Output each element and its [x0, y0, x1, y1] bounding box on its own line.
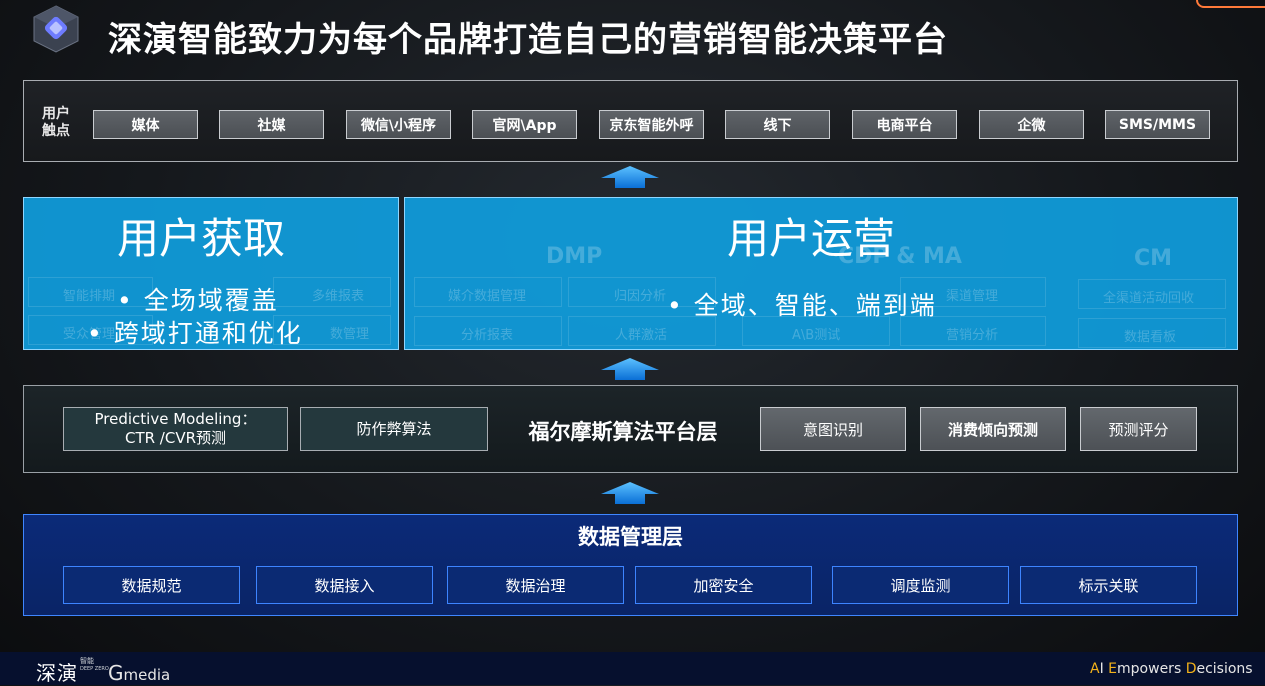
footer-bar	[0, 652, 1265, 685]
ghost-label: 数据看板	[1124, 330, 1177, 345]
predictive-scoring-box: 预测评分	[1080, 407, 1197, 451]
data-standards-box: 数据规范	[63, 566, 240, 604]
slogan-part: I	[1099, 661, 1109, 677]
slogan-part: mpowers	[1117, 661, 1186, 677]
intent-recognition-box: 意图识别	[760, 407, 906, 451]
encryption-security-box: 加密安全	[635, 566, 812, 604]
gmedia-logo-rest: media	[123, 666, 171, 684]
touchpoint-sms: SMS/MMS	[1105, 110, 1210, 139]
deepzero-logo: 深演	[36, 661, 78, 685]
touchpoints-label-line2: 触点	[42, 123, 70, 139]
gmedia-logo-g: G	[108, 661, 124, 685]
user-acquisition-title: 用户获取	[117, 214, 286, 263]
algorithm-layer-title: 福尔摩斯算法平台层	[528, 420, 718, 444]
slogan-part: ecisions	[1196, 661, 1253, 677]
acquisition-bullet-text: 全场域覆盖	[143, 286, 279, 315]
up-arrow-icon	[601, 358, 659, 380]
predictive-modeling-box: Predictive Modeling： CTR /CVR预测	[63, 407, 288, 451]
touchpoint-media: 媒体	[93, 110, 198, 139]
data-ingestion-box: 数据接入	[256, 566, 433, 604]
ghost-label: 营销分析	[946, 328, 999, 343]
touchpoint-jd-outbound: 京东智能外呼	[599, 110, 704, 139]
data-management-title: 数据管理层	[578, 525, 683, 549]
touchpoint-wechat: 微信\小程序	[346, 110, 451, 139]
ghost-label: 全渠道活动回收	[1103, 291, 1195, 306]
ghost-label: 多维报表	[312, 289, 365, 304]
scheduling-monitoring-box: 调度监测	[832, 566, 1009, 604]
slogan-letter: D	[1185, 661, 1197, 677]
user-operation-title: 用户运营	[727, 214, 896, 263]
gmedia-logo: Gmedia	[108, 661, 170, 685]
ghost-heading: CM	[1134, 246, 1173, 271]
up-arrow-icon	[601, 166, 659, 188]
footer-slogan: AI Empowers Decisions	[1090, 661, 1253, 677]
anti-fraud-algorithm-box: 防作弊算法	[300, 407, 488, 451]
ghost-label: 分析报表	[461, 328, 514, 343]
data-governance-box: 数据治理	[447, 566, 624, 604]
ghost-label: 媒介数据管理	[448, 289, 527, 304]
acquisition-bullet: • 全场域覆盖	[117, 286, 279, 315]
slogan-letter: A	[1090, 661, 1100, 677]
page-title: 深演智能致力为每个品牌打造自己的营销智能决策平台	[108, 20, 948, 60]
ghost-label: 智能排期	[63, 289, 116, 304]
acquisition-bullet: • 跨域打通和优化	[87, 319, 303, 348]
touchpoints-label-line1: 用户	[42, 106, 70, 122]
deepzero-logo-sub: 智能 DEEP ZERO	[80, 657, 109, 673]
predictive-modeling-line2: CTR /CVR预测	[124, 429, 227, 447]
touchpoint-social: 社媒	[219, 110, 324, 139]
cube-logo-icon	[33, 5, 79, 53]
operation-bullet-text: 全域、智能、端到端	[693, 291, 937, 320]
ghost-label: 归因分析	[614, 289, 667, 304]
up-arrow-icon	[601, 482, 659, 504]
ghost-label: 数管理	[330, 327, 370, 342]
ghost-label: A\B测试	[792, 328, 841, 343]
deepzero-logo-sub-2: DEEP ZERO	[80, 666, 109, 672]
purchase-propensity-box: 消费倾向预测	[920, 407, 1066, 451]
ghost-label: 渠道管理	[946, 289, 999, 304]
deepzero-logo-sub-1: 智能	[80, 657, 94, 665]
touchpoint-website-app: 官网\App	[472, 110, 577, 139]
corner-badge	[1196, 0, 1265, 8]
ghost-label: 人群激活	[615, 328, 668, 343]
identity-linking-box: 标示关联	[1020, 566, 1197, 604]
touchpoint-ecommerce: 电商平台	[852, 110, 957, 139]
ghost-heading: DMP	[546, 244, 603, 269]
slogan-letter: E	[1108, 661, 1118, 677]
touchpoints-label: 用户 触点	[42, 106, 70, 140]
touchpoint-offline: 线下	[725, 110, 830, 139]
operation-bullet: • 全域、智能、端到端	[667, 291, 937, 320]
predictive-modeling-line1: Predictive Modeling：	[94, 410, 257, 428]
touchpoint-wecom: 企微	[979, 110, 1084, 139]
acquisition-bullet-text: 跨域打通和优化	[113, 319, 303, 348]
